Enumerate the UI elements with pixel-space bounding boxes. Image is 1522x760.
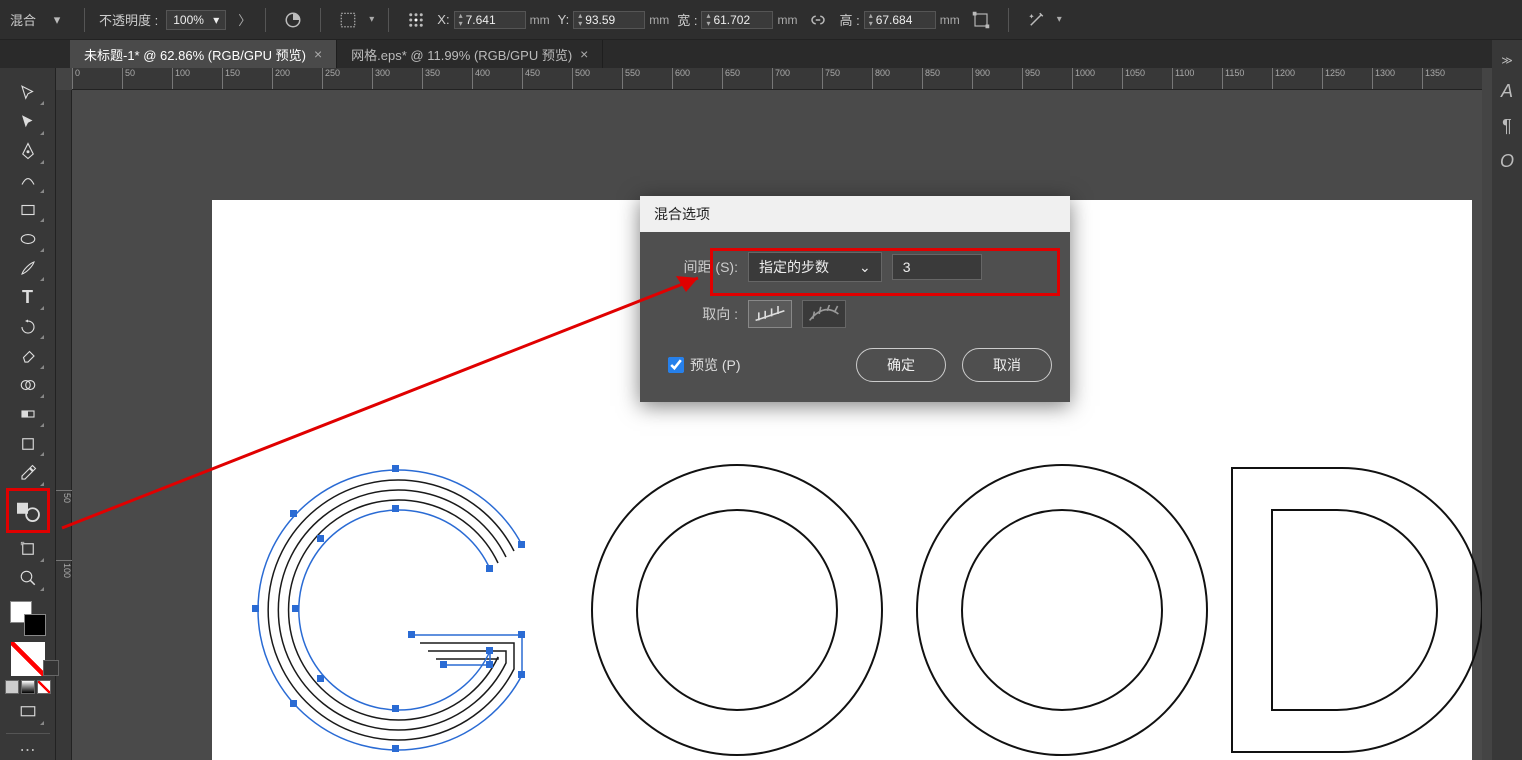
gradient-tool[interactable]	[8, 400, 48, 429]
reference-point-icon[interactable]	[403, 7, 429, 33]
x-coordinate: X: ▴▾ 7.641 mm	[437, 11, 549, 29]
x-input[interactable]: ▴▾ 7.641	[454, 11, 526, 29]
tools-panel: T ⋯	[0, 68, 56, 760]
paragraph-panel-icon[interactable]: ¶	[1502, 116, 1512, 137]
color-mode-icon[interactable]	[5, 680, 19, 694]
opacity-input[interactable]: 100%▾	[166, 10, 226, 30]
screen-mode-icon[interactable]	[8, 698, 48, 727]
eraser-tool[interactable]	[8, 341, 48, 370]
type-tool[interactable]: T	[8, 283, 48, 312]
gradient-mode-icon[interactable]	[21, 680, 35, 694]
selection-tool[interactable]	[8, 78, 48, 107]
steps-input[interactable]: 3	[892, 254, 982, 280]
glyphs-panel-icon[interactable]: O	[1500, 151, 1514, 172]
type-panel-icon[interactable]: A	[1501, 81, 1513, 102]
secondary-swatch[interactable]	[43, 660, 59, 676]
artboard-tool[interactable]	[8, 429, 48, 458]
orientation-label: 取向 :	[668, 304, 738, 324]
stroke-swatch[interactable]	[24, 614, 46, 636]
draw-mode-icons	[5, 680, 51, 694]
letter-d[interactable]	[1222, 460, 1482, 760]
right-panel-strip: ≫ A ¶ O	[1492, 40, 1522, 760]
letter-o-2[interactable]	[912, 460, 1212, 760]
y-coordinate: Y: ▴▾ 93.59 mm	[558, 11, 670, 29]
fill-stroke-swatches[interactable]	[8, 599, 48, 638]
preview-checkbox-input[interactable]	[668, 357, 684, 373]
ellipse-tool[interactable]	[8, 224, 48, 253]
expand-panels-icon[interactable]: ≫	[1501, 54, 1513, 67]
tab-label: 未标题-1* @ 62.86% (RGB/GPU 预览)	[84, 45, 306, 64]
recolor-icon[interactable]	[280, 7, 306, 33]
no-fill-icon[interactable]	[11, 642, 45, 676]
link-wh-icon[interactable]	[805, 7, 831, 33]
shape-tool-icon[interactable]	[968, 7, 994, 33]
chevron-down-icon[interactable]: ▾	[44, 7, 70, 33]
dialog-title: 混合选项	[640, 196, 1070, 232]
chevron-down-icon: ⌄	[859, 259, 871, 276]
height-field: 高 : ▴▾ 67.684 mm	[839, 10, 959, 29]
letter-o-1[interactable]	[587, 460, 887, 760]
transform-panel-icon[interactable]	[335, 7, 361, 33]
rectangle-tool[interactable]	[8, 195, 48, 224]
blend-options-dialog: 混合选项 间距 (S): 指定的步数 ⌄ 3 取向 : 预览 (P)	[640, 196, 1070, 402]
close-icon[interactable]: ×	[314, 46, 322, 62]
ok-button[interactable]: 确定	[856, 348, 946, 382]
canvas[interactable]	[72, 90, 1482, 760]
curvature-tool[interactable]	[8, 166, 48, 195]
eyedropper-tool[interactable]	[8, 458, 48, 487]
zoom-tool[interactable]	[8, 564, 48, 593]
preview-label: 预览 (P)	[690, 355, 741, 375]
shape-builder-tool[interactable]	[8, 371, 48, 400]
control-bar: 混合 ▾ 不透明度 : 100%▾ 〉 ▾ X: ▴▾ 7.641 mm Y: …	[0, 0, 1522, 40]
document-tab-bar: 未标题-1* @ 62.86% (RGB/GPU 预览) × 网格.eps* @…	[0, 40, 1522, 68]
cancel-button[interactable]: 取消	[962, 348, 1052, 382]
width-input[interactable]: ▴▾ 61.702	[701, 11, 773, 29]
tab-label: 网格.eps* @ 11.99% (RGB/GPU 预览)	[351, 45, 572, 64]
blend-mode-label: 混合	[10, 10, 36, 29]
blend-tool[interactable]	[8, 490, 48, 531]
letter-g-blend[interactable]	[242, 455, 552, 760]
height-input[interactable]: ▴▾ 67.684	[864, 11, 936, 29]
artboard-tool-2[interactable]	[8, 534, 48, 563]
direct-selection-tool[interactable]	[8, 107, 48, 136]
spacing-mode-select[interactable]: 指定的步数 ⌄	[748, 252, 882, 282]
horizontal-ruler: 0501001502002503003504004505005506006507…	[72, 68, 1482, 90]
edit-toolbar-icon[interactable]: ⋯	[6, 733, 50, 760]
tab-grid-eps[interactable]: 网格.eps* @ 11.99% (RGB/GPU 预览) ×	[337, 40, 603, 68]
opacity-label: 不透明度 :	[99, 10, 158, 29]
none-mode-icon[interactable]	[37, 680, 51, 694]
orientation-align-page[interactable]	[748, 300, 792, 328]
spacing-label: 间距 (S):	[668, 257, 738, 277]
y-input[interactable]: ▴▾ 93.59	[573, 11, 645, 29]
spacing-mode-value: 指定的步数	[759, 257, 829, 277]
paintbrush-tool[interactable]	[8, 254, 48, 283]
orientation-align-path[interactable]	[802, 300, 846, 328]
rotate-tool[interactable]	[8, 312, 48, 341]
magic-wand-icon[interactable]	[1023, 7, 1049, 33]
pen-tool[interactable]	[8, 137, 48, 166]
preview-checkbox[interactable]: 预览 (P)	[668, 355, 741, 375]
width-field: 宽 : ▴▾ 61.702 mm	[677, 10, 797, 29]
close-icon[interactable]: ×	[580, 46, 588, 62]
tab-untitled1[interactable]: 未标题-1* @ 62.86% (RGB/GPU 预览) ×	[70, 40, 337, 68]
